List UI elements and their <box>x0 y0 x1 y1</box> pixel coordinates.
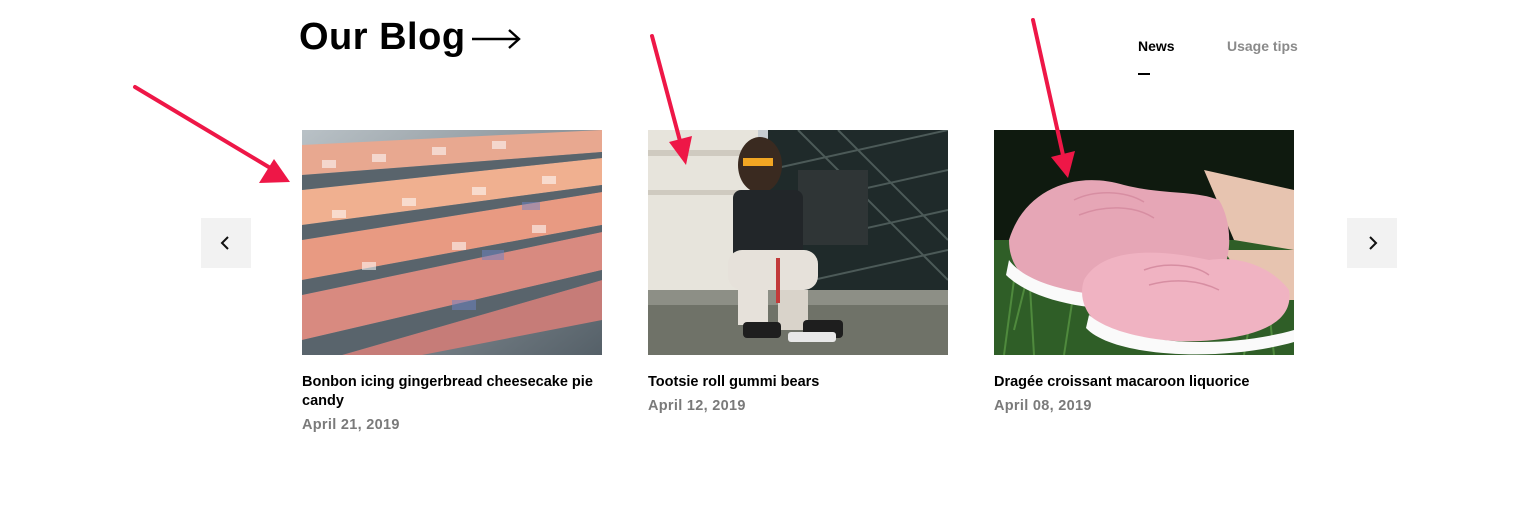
post-title[interactable]: Tootsie roll gummi bears <box>648 373 948 392</box>
blog-card[interactable]: Tootsie roll gummi bears April 12, 2019 <box>648 130 948 414</box>
blog-card[interactable]: Dragée croissant macaroon liquorice Apri… <box>994 130 1294 414</box>
chevron-left-icon <box>220 236 229 250</box>
tab-news[interactable]: News <box>1138 38 1175 54</box>
carousel-next-button[interactable] <box>1347 218 1397 268</box>
post-date: April 21, 2019 <box>302 417 400 433</box>
chevron-right-icon <box>1369 236 1378 250</box>
post-title[interactable]: Bonbon icing gingerbread cheesecake pie … <box>302 373 602 411</box>
arrow-right-icon[interactable] <box>470 28 522 50</box>
post-image-sneaker-store-shelves[interactable] <box>302 130 602 355</box>
post-date: April 08, 2019 <box>994 398 1092 414</box>
post-title[interactable]: Dragée croissant macaroon liquorice <box>994 373 1294 392</box>
post-image-pink-sneakers-grass[interactable] <box>994 130 1294 355</box>
active-tab-indicator <box>1138 73 1150 75</box>
annotation-arrow-icon <box>133 85 290 183</box>
tab-usage-tips[interactable]: Usage tips <box>1227 38 1298 54</box>
carousel-prev-button[interactable] <box>201 218 251 268</box>
post-date: April 12, 2019 <box>648 398 746 414</box>
blog-card[interactable]: Bonbon icing gingerbread cheesecake pie … <box>302 130 602 433</box>
blog-title: Our Blog <box>299 16 466 58</box>
post-image-man-crouching-sunglasses[interactable] <box>648 130 948 355</box>
